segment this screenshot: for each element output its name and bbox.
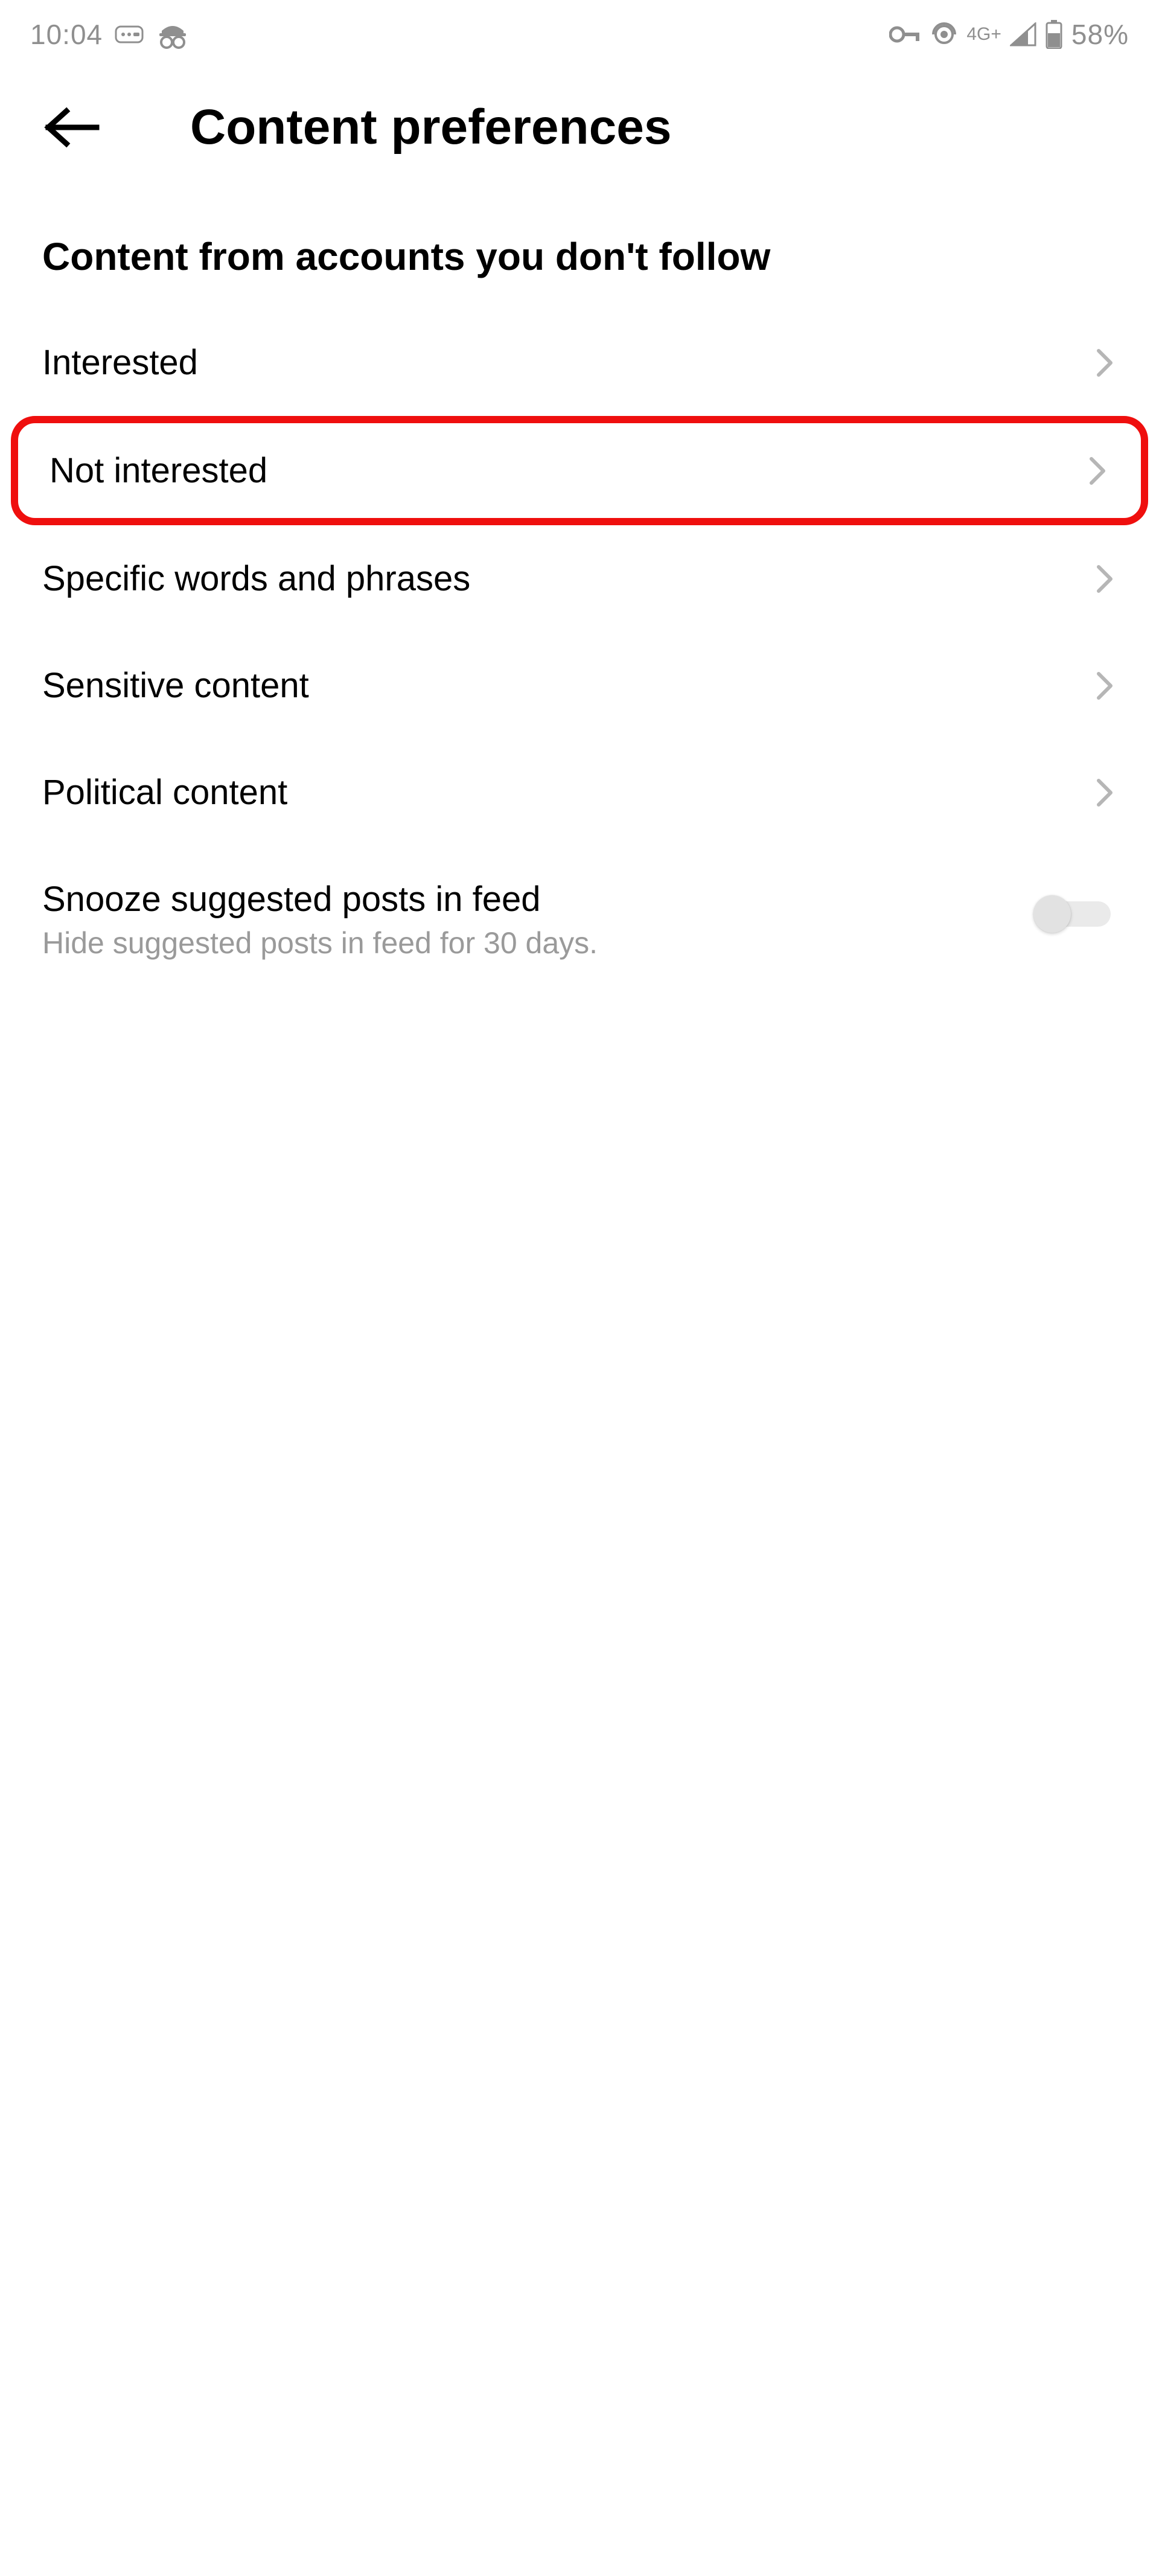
list-item-label: Political content [42,772,287,813]
list-item-interested[interactable]: Interested [0,309,1159,416]
toggle-knob [1033,895,1071,933]
chevron-right-icon [1096,671,1114,701]
chevron-right-icon [1088,456,1106,486]
network-label: 4G+ [966,24,1001,45]
settings-list: Interested Not interested Specific words… [0,309,1159,994]
snooze-label: Snooze suggested posts in feed [42,879,598,919]
status-time: 10:04 [30,18,103,51]
highlight-not-interested: Not interested [11,416,1148,525]
hotspot-icon [930,21,958,48]
snooze-texts: Snooze suggested posts in feed Hide sugg… [42,879,598,960]
status-bar: 10:04 [0,0,1159,63]
list-item-label: Interested [42,342,198,383]
signal-icon [1010,22,1036,46]
chevron-right-icon [1096,348,1114,378]
status-left: 10:04 [30,18,188,51]
page-title: Content preferences [190,99,671,156]
card-icon [115,24,145,45]
list-item-sensitive-content[interactable]: Sensitive content [0,632,1159,739]
list-item-not-interested[interactable]: Not interested [18,423,1141,518]
list-item-specific-words[interactable]: Specific words and phrases [0,525,1159,632]
snooze-sublabel: Hide suggested posts in feed for 30 days… [42,925,598,960]
section-heading: Content from accounts you don't follow [0,198,1159,309]
chevron-right-icon [1096,778,1114,808]
back-button[interactable] [42,106,100,149]
list-item-label: Not interested [49,450,267,491]
snooze-toggle[interactable] [1032,897,1111,931]
list-item-label: Sensitive content [42,665,309,706]
header: Content preferences [0,63,1159,198]
list-item-label: Specific words and phrases [42,558,470,599]
battery-percent: 58% [1071,18,1129,51]
chevron-right-icon [1096,564,1114,594]
battery-icon [1045,20,1063,49]
list-item-political-content[interactable]: Political content [0,739,1159,846]
snooze-row: Snooze suggested posts in feed Hide sugg… [0,846,1159,994]
incognito-icon [157,20,188,49]
status-right: 4G+ 58% [889,18,1129,51]
key-icon [889,25,922,43]
